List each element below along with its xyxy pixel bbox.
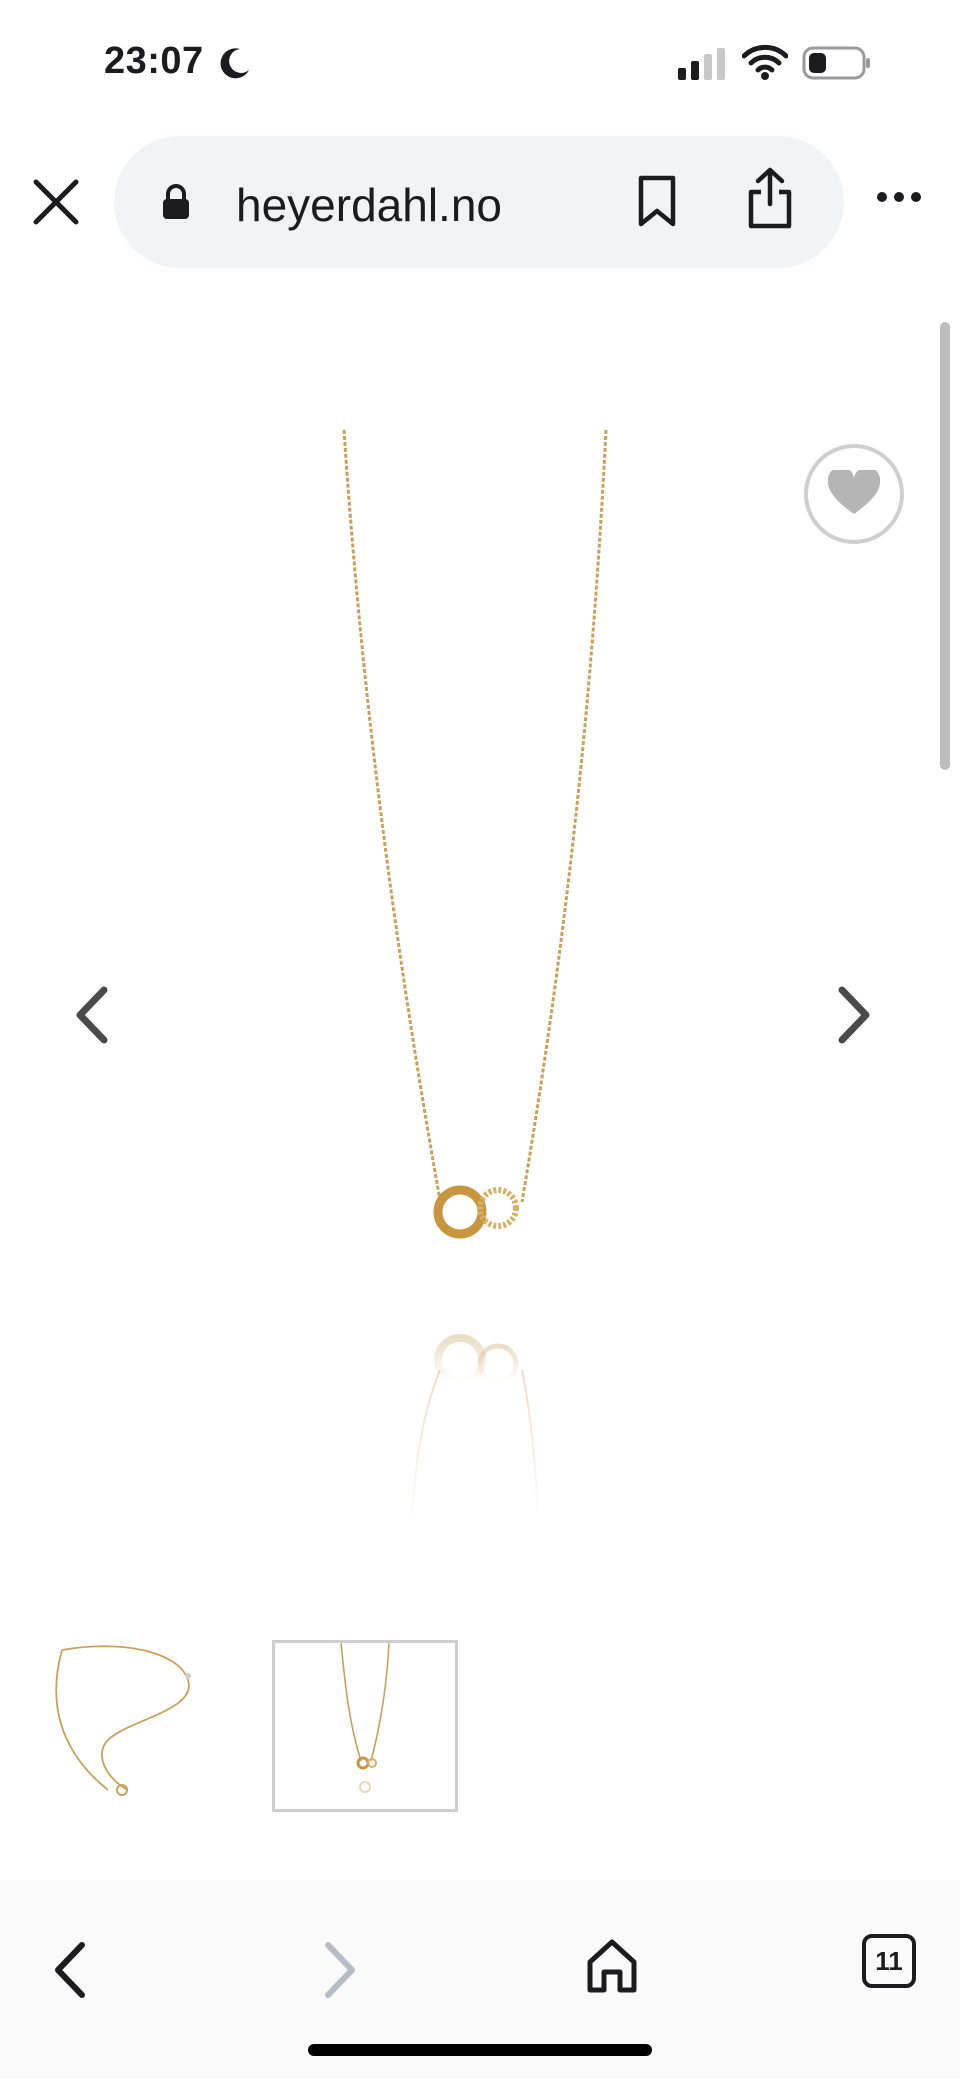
favorite-button[interactable] xyxy=(804,444,904,544)
home-indicator[interactable] xyxy=(308,2044,652,2056)
moon-icon xyxy=(220,48,249,79)
home-icon[interactable] xyxy=(586,1938,638,1994)
url-text[interactable]: heyerdahl.no xyxy=(236,178,502,232)
forward-icon[interactable] xyxy=(322,1940,358,2000)
wifi-icon xyxy=(742,44,788,80)
lock-icon xyxy=(163,184,189,219)
chevron-right-icon[interactable] xyxy=(836,984,872,1046)
product-image-necklace xyxy=(342,429,608,1521)
bookmark-icon[interactable] xyxy=(636,174,678,228)
back-icon[interactable] xyxy=(52,1940,88,2000)
more-icon[interactable] xyxy=(876,190,922,204)
thumbnail-necklace-image xyxy=(55,1645,191,1796)
heart-icon xyxy=(828,470,880,514)
chevron-left-icon[interactable] xyxy=(74,984,110,1046)
close-button[interactable] xyxy=(30,176,82,228)
address-bar[interactable]: heyerdahl.no xyxy=(114,136,844,268)
thumbnail-1[interactable] xyxy=(38,1640,218,1810)
status-time: 23:07 xyxy=(104,40,204,82)
tabs-button[interactable]: 11 xyxy=(862,1934,916,1988)
thumbnail-necklace-image xyxy=(340,1643,390,1793)
page-scrollbar[interactable] xyxy=(940,322,950,770)
thumbnail-2-selected[interactable] xyxy=(272,1640,458,1812)
cellular-signal-icon xyxy=(678,48,725,80)
battery-icon xyxy=(802,46,870,80)
share-icon[interactable] xyxy=(746,166,794,230)
